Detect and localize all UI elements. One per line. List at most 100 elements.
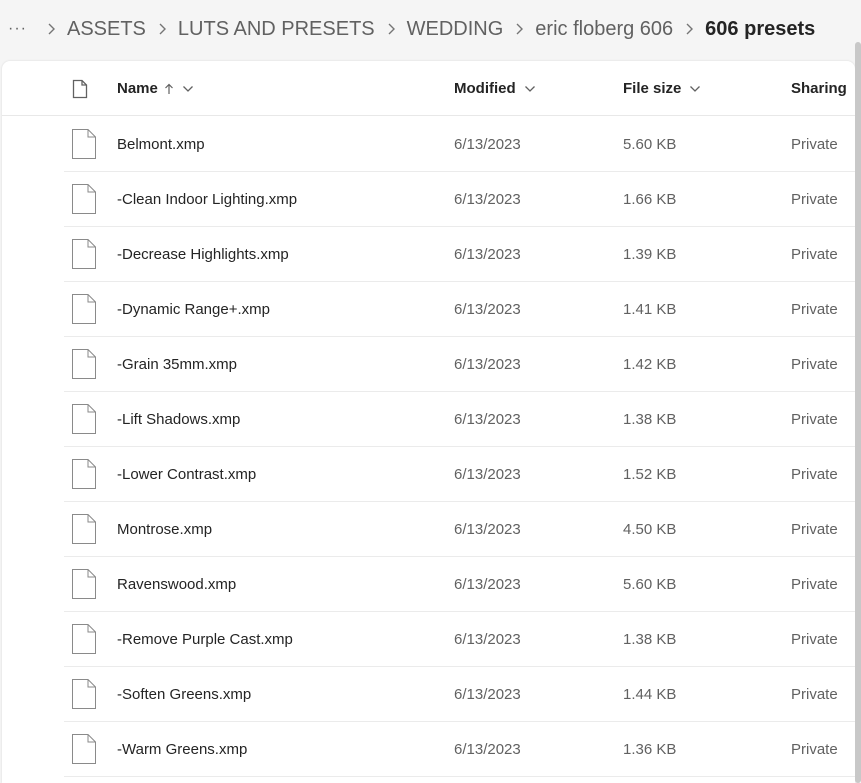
file-name[interactable]: -Decrease Highlights.xmp bbox=[117, 227, 289, 282]
file-sharing[interactable]: Private bbox=[791, 392, 838, 447]
chevron-right-icon bbox=[381, 19, 401, 39]
table-row[interactable]: Montrose.xmp 6/13/2023 4.50 KB Private bbox=[64, 502, 855, 557]
table-row[interactable]: -Grain 35mm.xmp 6/13/2023 1.42 KB Privat… bbox=[64, 337, 855, 392]
file-sharing[interactable]: Private bbox=[791, 667, 838, 722]
file-size: 5.60 KB bbox=[623, 136, 677, 153]
file-size: 1.38 KB bbox=[623, 631, 677, 648]
file-name[interactable]: -Lift Shadows.xmp bbox=[117, 392, 240, 447]
arrow-up-icon bbox=[164, 83, 174, 95]
file-icon bbox=[71, 403, 97, 435]
file-name[interactable]: -Lower Contrast.xmp bbox=[117, 447, 256, 502]
table-row[interactable]: Ravenswood.xmp 6/13/2023 5.60 KB Private bbox=[64, 557, 855, 612]
file-icon bbox=[71, 568, 97, 600]
file-name[interactable]: -Clean Indoor Lighting.xmp bbox=[117, 172, 297, 227]
file-sharing[interactable]: Private bbox=[791, 722, 838, 777]
column-header-file-size[interactable]: File size bbox=[623, 61, 701, 116]
table-row[interactable]: -Soften Greens.xmp 6/13/2023 1.44 KB Pri… bbox=[64, 667, 855, 722]
file-modified: 6/13/2023 bbox=[454, 521, 521, 538]
file-name[interactable]: -Warm Greens.xmp bbox=[117, 722, 247, 777]
file-sharing[interactable]: Private bbox=[791, 557, 838, 612]
column-header-modified[interactable]: Modified bbox=[454, 61, 536, 116]
file-icon bbox=[71, 293, 97, 325]
file-list: Name Modified File size Sharing Belmont.… bbox=[2, 61, 855, 783]
file-icon bbox=[71, 678, 97, 710]
file-modified: 6/13/2023 bbox=[454, 191, 521, 208]
file-size: 4.50 KB bbox=[623, 521, 677, 538]
vertical-scrollbar[interactable] bbox=[855, 42, 861, 783]
file-modified: 6/13/2023 bbox=[454, 631, 521, 648]
column-header-row: Name Modified File size Sharing bbox=[2, 61, 855, 116]
chevron-down-icon[interactable] bbox=[689, 85, 701, 93]
file-name[interactable]: -Grain 35mm.xmp bbox=[117, 337, 237, 392]
file-icon bbox=[71, 238, 97, 270]
table-row[interactable]: -Clean Indoor Lighting.xmp 6/13/2023 1.6… bbox=[64, 172, 855, 227]
table-row[interactable]: -Lift Shadows.xmp 6/13/2023 1.38 KB Priv… bbox=[64, 392, 855, 447]
column-header-sharing[interactable]: Sharing bbox=[791, 61, 847, 116]
file-icon bbox=[71, 623, 97, 655]
chevron-down-icon[interactable] bbox=[182, 85, 194, 93]
column-header-sharing-label: Sharing bbox=[791, 80, 847, 97]
column-header-name[interactable]: Name bbox=[117, 61, 194, 116]
file-size: 1.52 KB bbox=[623, 466, 677, 483]
file-modified: 6/13/2023 bbox=[454, 136, 521, 153]
table-row[interactable]: -Warm Greens.xmp 6/13/2023 1.36 KB Priva… bbox=[64, 722, 855, 777]
file-size: 1.41 KB bbox=[623, 301, 677, 318]
file-modified: 6/13/2023 bbox=[454, 411, 521, 428]
file-sharing[interactable]: Private bbox=[791, 502, 838, 557]
column-header-file-size-label: File size bbox=[623, 80, 682, 97]
file-sharing[interactable]: Private bbox=[791, 337, 838, 392]
column-header-modified-label: Modified bbox=[454, 80, 516, 97]
file-size: 1.36 KB bbox=[623, 741, 677, 758]
breadcrumb-item-luts-and-presets[interactable]: LUTS AND PRESETS bbox=[178, 18, 375, 41]
file-modified: 6/13/2023 bbox=[454, 246, 521, 263]
table-row[interactable]: -Lower Contrast.xmp 6/13/2023 1.52 KB Pr… bbox=[64, 447, 855, 502]
chevron-right-icon bbox=[41, 19, 61, 39]
file-sharing[interactable]: Private bbox=[791, 282, 838, 337]
breadcrumb-item-eric-floberg-606[interactable]: eric floberg 606 bbox=[535, 18, 673, 41]
file-icon bbox=[71, 348, 97, 380]
chevron-right-icon bbox=[509, 19, 529, 39]
breadcrumb-current: 606 presets bbox=[705, 17, 816, 40]
file-name[interactable]: -Soften Greens.xmp bbox=[117, 667, 251, 722]
file-size: 5.60 KB bbox=[623, 576, 677, 593]
file-name[interactable]: Belmont.xmp bbox=[117, 117, 205, 172]
chevron-right-icon bbox=[152, 19, 172, 39]
file-icon bbox=[71, 513, 97, 545]
file-modified: 6/13/2023 bbox=[454, 466, 521, 483]
breadcrumb-item-wedding[interactable]: WEDDING bbox=[407, 18, 504, 41]
file-icon bbox=[71, 733, 97, 765]
file-rows: Belmont.xmp 6/13/2023 5.60 KB Private -C… bbox=[64, 117, 855, 777]
breadcrumb: ··· ASSETS LUTS AND PRESETS WEDDING eric… bbox=[0, 0, 861, 58]
file-sharing[interactable]: Private bbox=[791, 117, 838, 172]
file-modified: 6/13/2023 bbox=[454, 356, 521, 373]
table-row[interactable]: -Decrease Highlights.xmp 6/13/2023 1.39 … bbox=[64, 227, 855, 282]
file-sharing[interactable]: Private bbox=[791, 172, 838, 227]
file-size: 1.38 KB bbox=[623, 411, 677, 428]
file-icon bbox=[71, 128, 97, 160]
file-sharing[interactable]: Private bbox=[791, 612, 838, 667]
table-row[interactable]: -Dynamic Range+.xmp 6/13/2023 1.41 KB Pr… bbox=[64, 282, 855, 337]
file-icon bbox=[71, 183, 97, 215]
file-name[interactable]: Ravenswood.xmp bbox=[117, 557, 236, 612]
file-name[interactable]: -Remove Purple Cast.xmp bbox=[117, 612, 293, 667]
file-icon bbox=[71, 458, 97, 490]
file-size: 1.44 KB bbox=[623, 686, 677, 703]
file-size: 1.66 KB bbox=[623, 191, 677, 208]
file-size: 1.39 KB bbox=[623, 246, 677, 263]
file-modified: 6/13/2023 bbox=[454, 301, 521, 318]
table-row[interactable]: -Remove Purple Cast.xmp 6/13/2023 1.38 K… bbox=[64, 612, 855, 667]
table-row[interactable]: Belmont.xmp 6/13/2023 5.60 KB Private bbox=[64, 117, 855, 172]
breadcrumb-more-button[interactable]: ··· bbox=[8, 20, 27, 38]
chevron-down-icon[interactable] bbox=[524, 85, 536, 93]
column-header-name-label: Name bbox=[117, 80, 158, 97]
file-sharing[interactable]: Private bbox=[791, 447, 838, 502]
file-name[interactable]: -Dynamic Range+.xmp bbox=[117, 282, 270, 337]
file-modified: 6/13/2023 bbox=[454, 576, 521, 593]
file-modified: 6/13/2023 bbox=[454, 741, 521, 758]
document-icon bbox=[72, 61, 88, 116]
file-name[interactable]: Montrose.xmp bbox=[117, 502, 212, 557]
file-sharing[interactable]: Private bbox=[791, 227, 838, 282]
file-modified: 6/13/2023 bbox=[454, 686, 521, 703]
breadcrumb-item-assets[interactable]: ASSETS bbox=[67, 18, 146, 41]
file-size: 1.42 KB bbox=[623, 356, 677, 373]
